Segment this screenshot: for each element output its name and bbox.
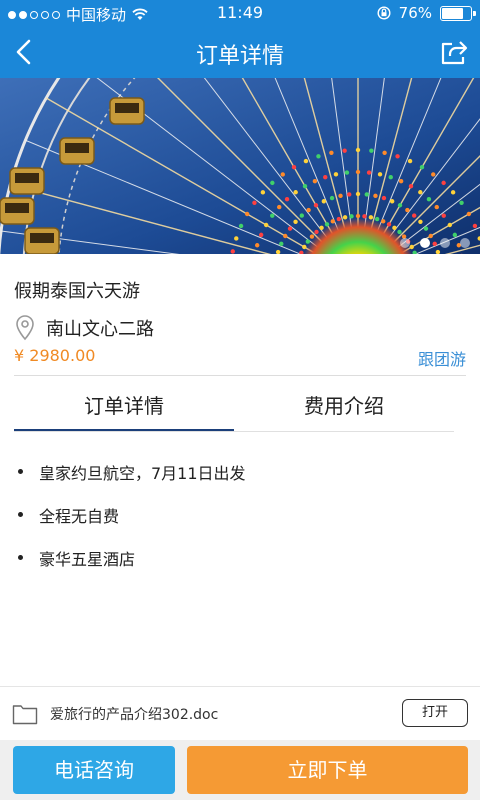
folder-icon <box>12 705 38 725</box>
attachment-row: 爱旅行的产品介绍302.doc 打开 <box>12 698 468 730</box>
divider <box>0 686 480 687</box>
carousel-dot[interactable] <box>400 238 410 248</box>
carousel-pager <box>400 238 470 248</box>
bullet-icon <box>18 555 23 560</box>
order-now-button[interactable]: 立即下单 <box>187 746 468 794</box>
bottom-action-bar: 电话咨询 立即下单 <box>0 740 480 800</box>
carousel-dot[interactable] <box>440 238 450 248</box>
carousel-dot[interactable] <box>460 238 470 248</box>
price-label: ¥ 2980.00 <box>14 346 96 365</box>
attachment-file-name: 爱旅行的产品介绍302.doc <box>50 707 219 723</box>
status-bar: 中国移动 11:49 76% <box>0 0 480 26</box>
detail-text: 豪华五星酒店 <box>39 549 136 569</box>
list-item: 皇家约旦航空，7月11日出发 <box>18 450 246 493</box>
list-item: 全程无自费 <box>18 493 246 536</box>
navigation-bar: 订单详情 <box>0 26 480 78</box>
status-right: 76% <box>377 4 476 22</box>
product-title: 假期泰国六天游 <box>14 281 140 302</box>
carousel-dot[interactable] <box>420 238 430 248</box>
tab-order-details[interactable]: 订单详情 <box>14 376 234 432</box>
tour-type-link[interactable]: 跟团游 <box>418 346 466 370</box>
tab-bar: 订单详情 费用介绍 <box>14 376 454 432</box>
details-list: 皇家约旦航空，7月11日出发 全程无自费 豪华五星酒店 <box>18 450 246 579</box>
page-title: 订单详情 <box>195 44 284 69</box>
banner-carousel[interactable] <box>0 78 480 254</box>
open-file-button[interactable]: 打开 <box>402 699 468 727</box>
share-icon[interactable] <box>440 38 468 66</box>
battery-percent: 76% <box>398 4 432 22</box>
location-row: 南山文心二路 <box>14 314 154 342</box>
bullet-icon <box>18 512 23 517</box>
detail-text: 全程无自费 <box>39 506 120 526</box>
rotation-lock-icon <box>377 6 391 20</box>
detail-text: 皇家约旦航空，7月11日出发 <box>39 463 246 483</box>
tab-fee-intro[interactable]: 费用介绍 <box>234 376 454 432</box>
bullet-icon <box>18 469 23 474</box>
location-pin-icon <box>16 315 34 341</box>
phone-consult-button[interactable]: 电话咨询 <box>13 746 175 794</box>
list-item: 豪华五星酒店 <box>18 536 246 579</box>
ferris-wheel-photo <box>0 78 480 254</box>
battery-icon <box>440 5 476 21</box>
tab-divider <box>14 431 454 432</box>
address-label: 南山文心二路 <box>46 319 154 340</box>
